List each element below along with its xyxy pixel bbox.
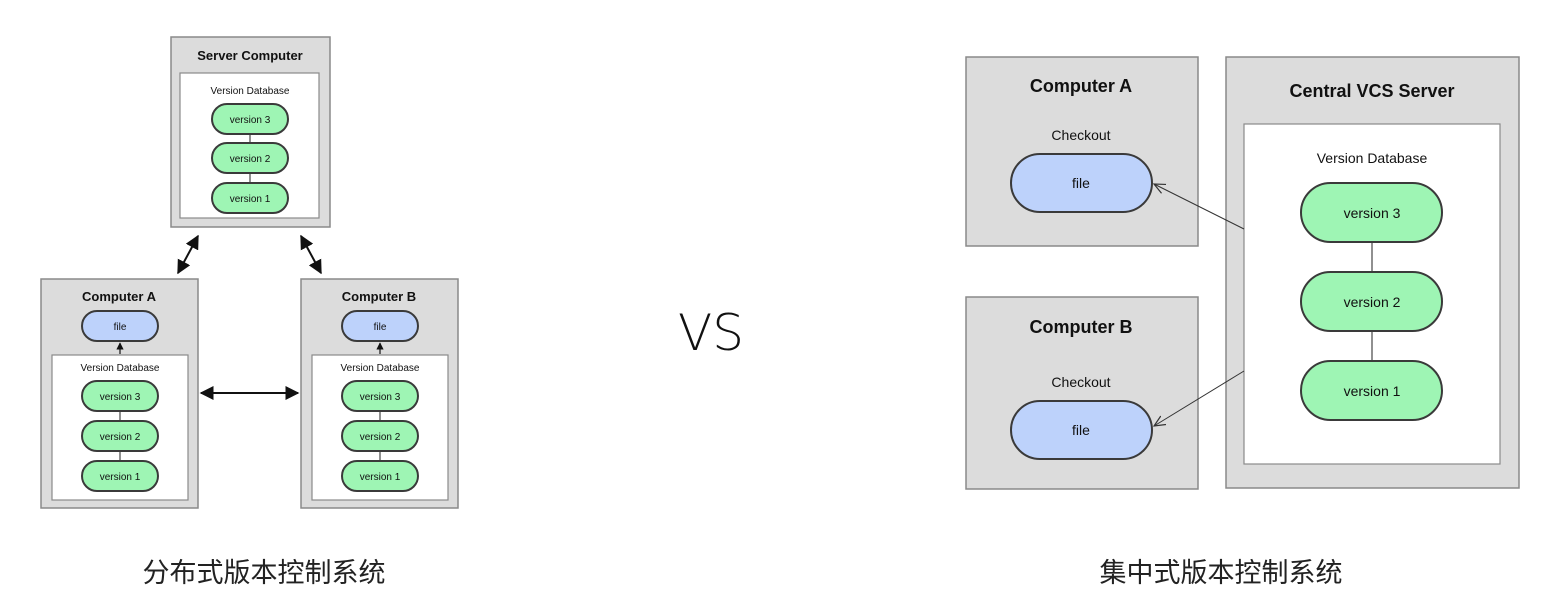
- distributed-caption: 分布式版本控制系统: [143, 558, 386, 589]
- svg-text:file: file: [114, 322, 127, 333]
- dist-computer-b: Computer B file Version Database version…: [300, 278, 459, 509]
- centralized-caption: 集中式版本控制系统: [1100, 558, 1343, 589]
- dist-computer-b-version-3: version 3: [341, 380, 419, 412]
- dist-server-computer: Server Computer Version Database version…: [170, 36, 331, 228]
- dist-server-title: Server Computer: [197, 48, 302, 63]
- dist-computer-a-version-3: version 3: [81, 380, 159, 412]
- svg-text:file: file: [374, 322, 387, 333]
- dist-server-version-1: version 1: [211, 182, 289, 214]
- dist-computer-b-db-label: Version Database: [341, 363, 420, 374]
- svg-text:version 2: version 2: [100, 432, 141, 443]
- svg-text:file: file: [1072, 422, 1090, 438]
- svg-text:version 3: version 3: [360, 392, 401, 403]
- central-server-db-label: Version Database: [1317, 150, 1428, 166]
- dist-server-db-label: Version Database: [211, 86, 290, 97]
- dist-computer-a-title: Computer A: [82, 289, 157, 304]
- dist-computer-a-version-2: version 2: [81, 420, 159, 452]
- svg-text:version 2: version 2: [360, 432, 401, 443]
- sync-arrow-server-computer-b: [300, 234, 322, 275]
- svg-text:version 1: version 1: [1344, 383, 1401, 399]
- dist-server-version-2: version 2: [211, 142, 289, 174]
- sync-arrow-server-computer-a: [177, 234, 199, 275]
- central-server-title: Central VCS Server: [1289, 81, 1454, 101]
- central-computer-b-checkout-label: Checkout: [1051, 374, 1110, 390]
- central-vcs-server: Central VCS Server Version Database vers…: [1225, 56, 1520, 489]
- svg-text:version 2: version 2: [230, 154, 271, 165]
- central-server-version-3: version 3: [1300, 182, 1443, 243]
- dist-computer-b-version-2: version 2: [341, 420, 419, 452]
- central-computer-a-title: Computer A: [1030, 76, 1132, 96]
- dist-computer-b-file: file: [341, 310, 419, 342]
- dist-computer-a-file: file: [81, 310, 159, 342]
- central-server-version-1: version 1: [1300, 360, 1443, 421]
- dist-server-version-3: version 3: [211, 103, 289, 135]
- dist-computer-a-version-1: version 1: [81, 460, 159, 492]
- dist-computer-b-title: Computer B: [342, 289, 416, 304]
- central-computer-a-checkout-label: Checkout: [1051, 127, 1110, 143]
- svg-text:version 2: version 2: [1344, 294, 1401, 310]
- svg-text:version 1: version 1: [230, 194, 271, 205]
- svg-text:version 3: version 3: [1344, 205, 1401, 221]
- svg-text:version 1: version 1: [100, 472, 141, 483]
- dist-computer-a: Computer A file Version Database version…: [40, 278, 199, 509]
- central-computer-a-file: file: [1010, 153, 1153, 213]
- dist-computer-a-db-label: Version Database: [81, 363, 160, 374]
- svg-text:version 1: version 1: [360, 472, 401, 483]
- vcs-comparison-diagram: Server Computer Version Database version…: [40, 36, 1520, 589]
- vs-label: VS: [678, 304, 744, 362]
- central-computer-a: Computer A Checkout file: [965, 56, 1199, 247]
- central-computer-b-file: file: [1010, 400, 1153, 460]
- svg-text:file: file: [1072, 175, 1090, 191]
- central-server-version-2: version 2: [1300, 271, 1443, 332]
- svg-text:version 3: version 3: [100, 392, 141, 403]
- dist-computer-b-version-1: version 1: [341, 460, 419, 492]
- central-computer-b: Computer B Checkout file: [965, 296, 1199, 490]
- central-computer-b-title: Computer B: [1030, 317, 1133, 337]
- svg-text:version 3: version 3: [230, 115, 271, 126]
